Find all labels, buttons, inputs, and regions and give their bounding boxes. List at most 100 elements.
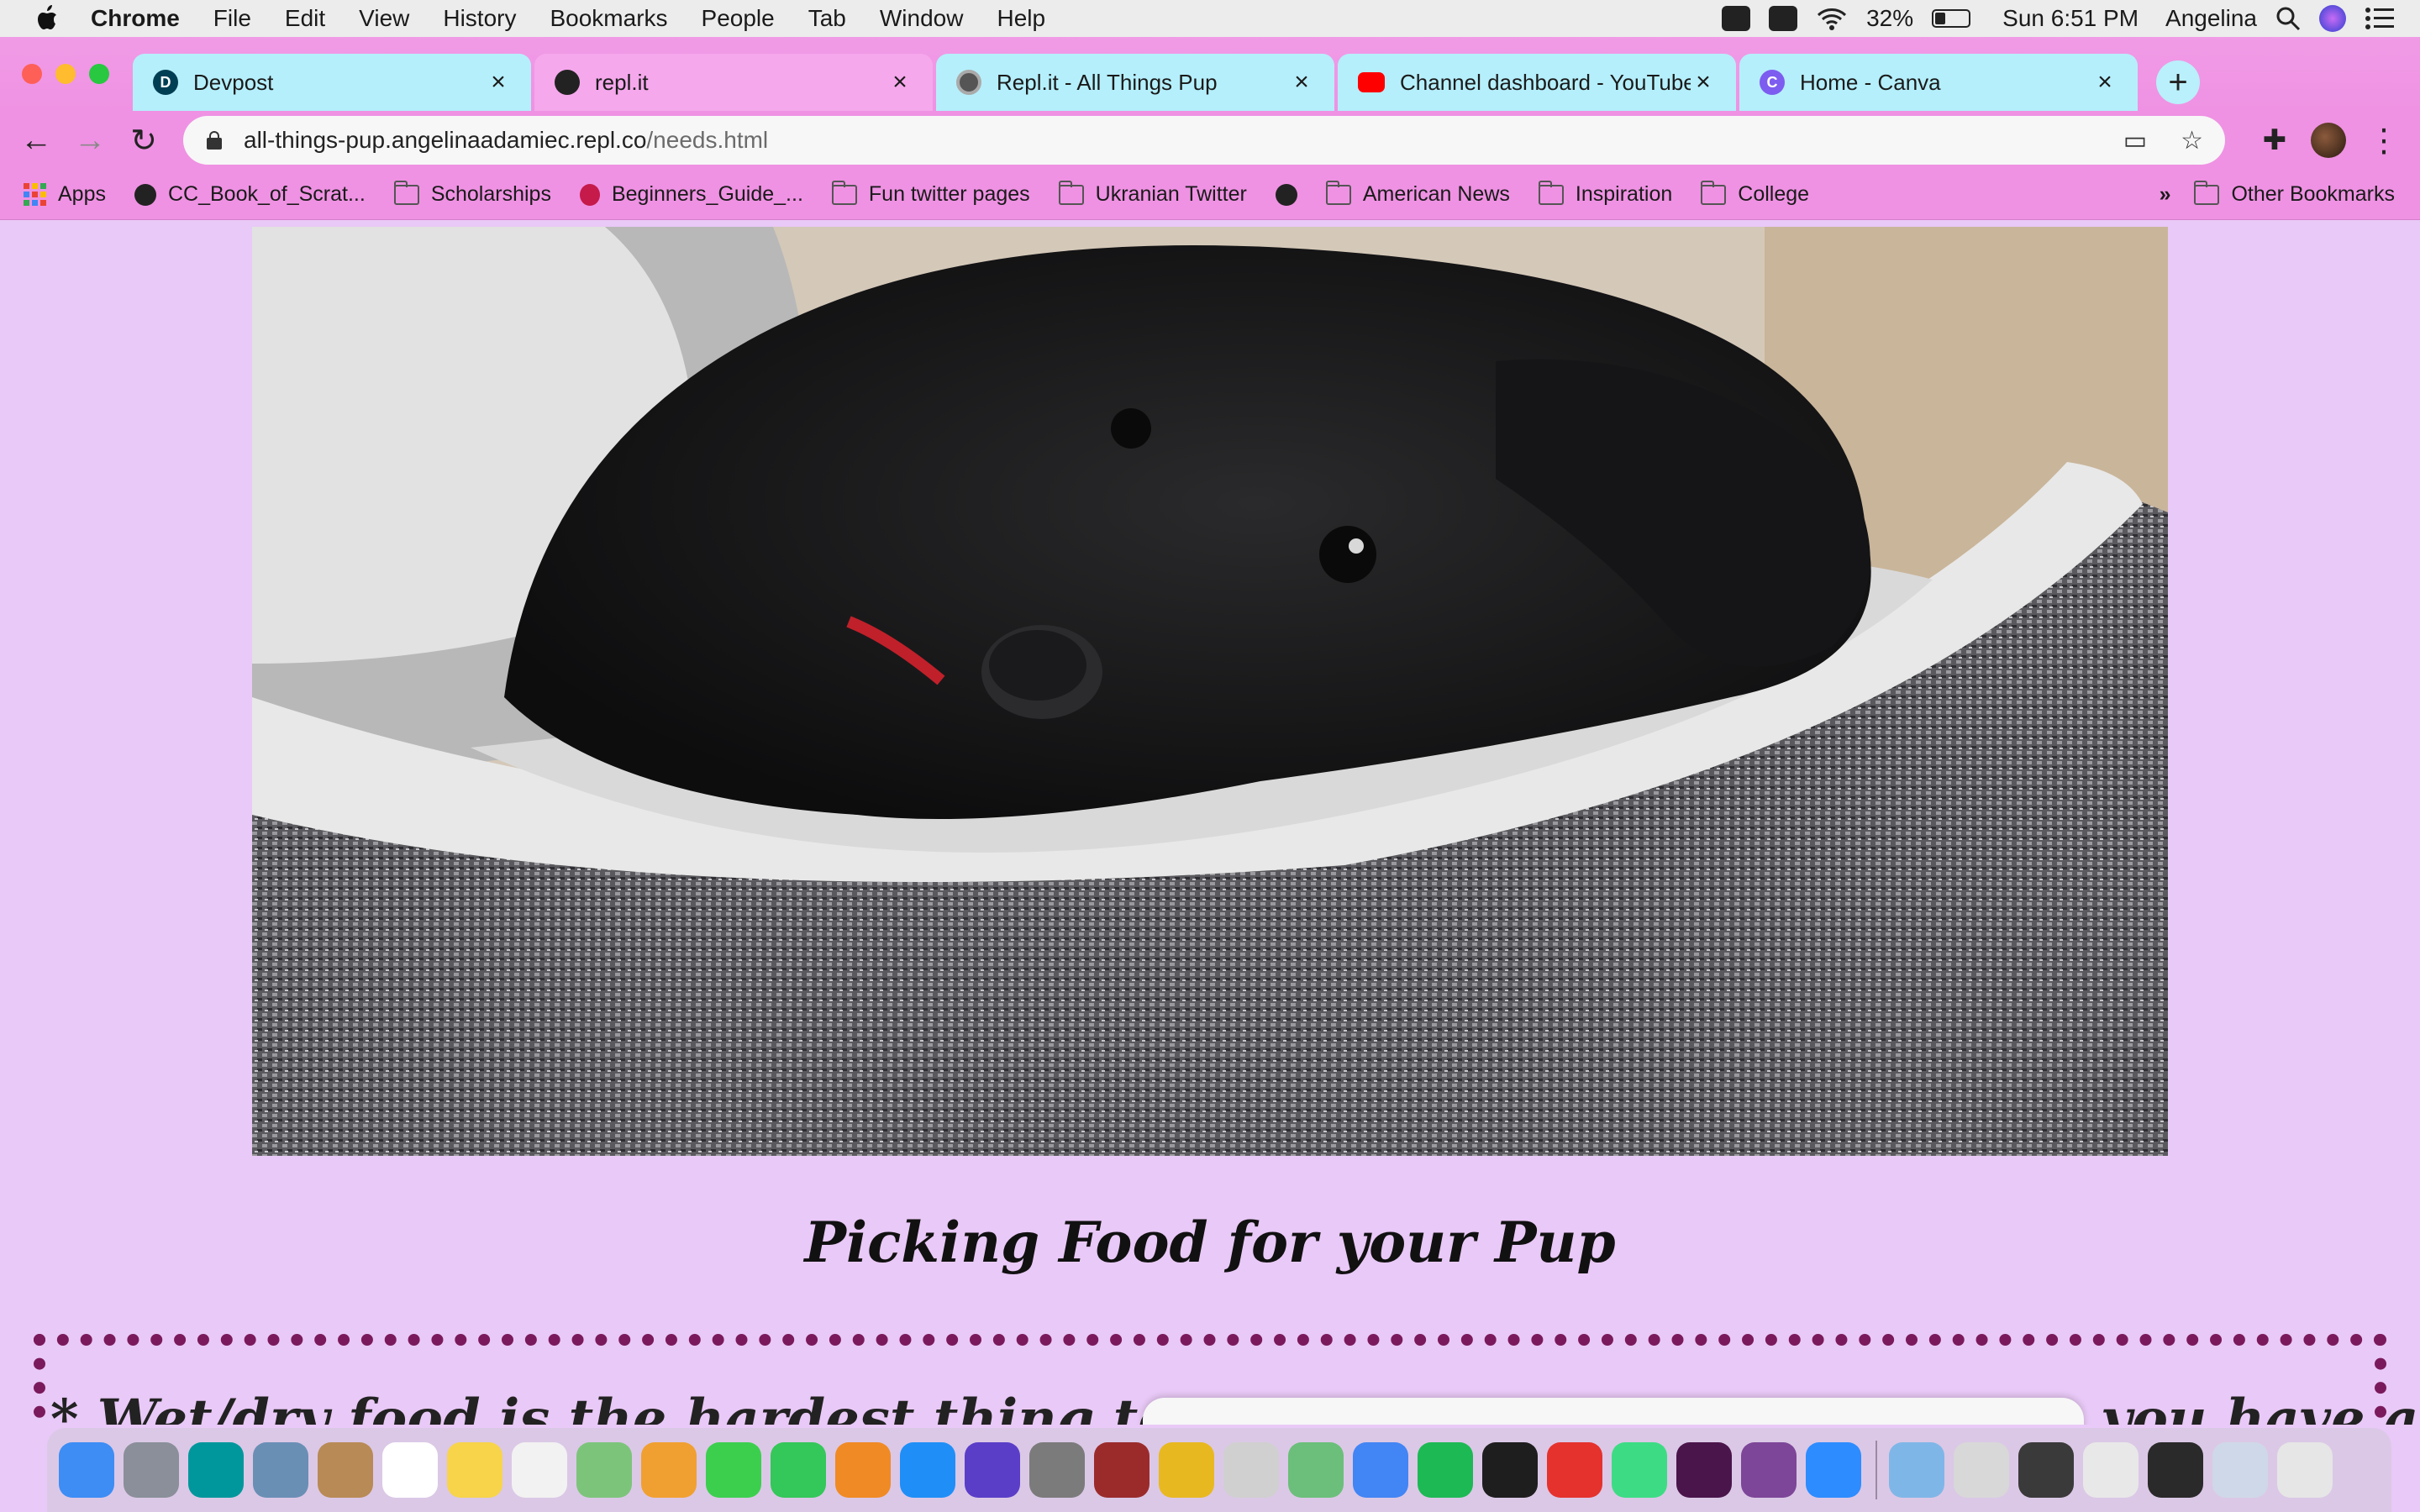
bookmark-fun-twitter[interactable]: Fun twitter pages bbox=[831, 180, 1030, 207]
forward-button[interactable]: → bbox=[71, 121, 109, 160]
folder-icon bbox=[1701, 180, 1727, 205]
slack-icon[interactable] bbox=[1676, 1442, 1732, 1498]
dictionary-icon[interactable] bbox=[1094, 1442, 1150, 1498]
menu-clock[interactable]: Sun 6:51 PM bbox=[2002, 5, 2139, 32]
menu-user[interactable]: Angelina bbox=[2165, 5, 2257, 32]
bookmark-cc-book[interactable]: CC_Book_of_Scrat... bbox=[134, 182, 366, 207]
folder-icon bbox=[1538, 180, 1564, 205]
menu-window[interactable]: Window bbox=[880, 5, 964, 32]
bookmark-other-bookmarks[interactable]: Other Bookmarks bbox=[2194, 180, 2395, 207]
facetime-icon[interactable] bbox=[771, 1442, 826, 1498]
system-preferences-icon[interactable] bbox=[1029, 1442, 1085, 1498]
bookmark-star-icon[interactable]: ☆ bbox=[2181, 126, 2203, 155]
menu-bookmarks[interactable]: Bookmarks bbox=[550, 5, 667, 32]
tab-canva[interactable]: C Home - Canva × bbox=[1739, 54, 2138, 111]
chrome-menu-icon[interactable]: ⋮ bbox=[2365, 121, 2403, 160]
finder-icon[interactable] bbox=[59, 1442, 114, 1498]
maps-icon[interactable] bbox=[576, 1442, 632, 1498]
menu-bar-status-area: 32% Sun 6:51 PM Angelina bbox=[1722, 0, 2395, 37]
folder-icon bbox=[1058, 180, 1084, 205]
bookmark-college[interactable]: College bbox=[1701, 180, 1809, 207]
close-icon[interactable]: × bbox=[887, 68, 913, 97]
messages-icon[interactable] bbox=[706, 1442, 761, 1498]
trash-icon[interactable] bbox=[2277, 1442, 2333, 1498]
menu-file[interactable]: File bbox=[213, 5, 251, 32]
menu-help[interactable]: Help bbox=[997, 5, 1045, 32]
screenshot-5-icon[interactable] bbox=[2212, 1442, 2268, 1498]
zoom-window-button[interactable] bbox=[89, 64, 109, 84]
close-icon[interactable]: × bbox=[2092, 68, 2118, 97]
preview-icon[interactable] bbox=[253, 1442, 308, 1498]
extensions-icon[interactable]: ✚ bbox=[2255, 121, 2294, 160]
reminders-icon[interactable] bbox=[512, 1442, 567, 1498]
screenshot-2-icon[interactable] bbox=[2018, 1442, 2074, 1498]
menu-tab[interactable]: Tab bbox=[808, 5, 846, 32]
close-icon[interactable]: × bbox=[1691, 68, 1716, 97]
new-tab-button[interactable]: + bbox=[2156, 60, 2200, 104]
bookmark-beginners-guide[interactable]: Beginners_Guide_... bbox=[579, 182, 803, 207]
folder-icon bbox=[2194, 180, 2220, 205]
tab-replit[interactable]: repl.it × bbox=[534, 54, 933, 111]
atom-icon[interactable] bbox=[1288, 1442, 1344, 1498]
bottom-popup-panel[interactable] bbox=[1143, 1398, 2084, 1425]
calendar-icon[interactable] bbox=[382, 1442, 438, 1498]
bookmark-ukranian-twitter[interactable]: Ukranian Twitter bbox=[1058, 180, 1247, 207]
bookmark-apps[interactable]: Apps bbox=[24, 182, 106, 207]
launchpad-icon[interactable] bbox=[124, 1442, 179, 1498]
cast-icon[interactable]: ▭ bbox=[2123, 126, 2147, 155]
terminal-icon[interactable] bbox=[1482, 1442, 1538, 1498]
books-icon[interactable] bbox=[835, 1442, 891, 1498]
lock-icon[interactable] bbox=[207, 131, 222, 150]
android-studio-icon[interactable] bbox=[1612, 1442, 1667, 1498]
screenshot-1-icon[interactable] bbox=[1954, 1442, 2009, 1498]
chrome-icon[interactable] bbox=[1353, 1442, 1408, 1498]
tor-icon[interactable] bbox=[1741, 1442, 1797, 1498]
profile-avatar[interactable] bbox=[2311, 123, 2346, 158]
brave-icon[interactable] bbox=[1547, 1442, 1602, 1498]
camera-status-icon[interactable] bbox=[1722, 6, 1751, 31]
screenshot-3-icon[interactable] bbox=[2083, 1442, 2139, 1498]
bookmark-scholarships[interactable]: Scholarships bbox=[393, 180, 551, 207]
menu-app-name[interactable]: Chrome bbox=[91, 5, 180, 32]
siri-icon[interactable] bbox=[2319, 5, 2346, 32]
menu-people[interactable]: People bbox=[702, 5, 775, 32]
screenshot-4-icon[interactable] bbox=[2148, 1442, 2203, 1498]
spotify-icon[interactable] bbox=[1418, 1442, 1473, 1498]
apple-icon[interactable] bbox=[34, 4, 59, 33]
back-button[interactable]: ← bbox=[17, 121, 55, 160]
tab-label: Repl.it - All Things Pup bbox=[997, 69, 1218, 95]
tab-devpost[interactable]: D Devpost × bbox=[133, 54, 531, 111]
spotlight-search-icon[interactable] bbox=[2275, 6, 2301, 31]
brave-status-icon[interactable] bbox=[1769, 6, 1798, 31]
wifi-icon[interactable] bbox=[1816, 6, 1848, 31]
downloads-folder-icon[interactable] bbox=[1889, 1442, 1944, 1498]
bookmark-american-news[interactable]: American News bbox=[1325, 180, 1510, 207]
tab-label: Devpost bbox=[193, 69, 274, 95]
battery-icon[interactable] bbox=[1932, 9, 1971, 28]
bookmark-inspiration[interactable]: Inspiration bbox=[1538, 180, 1672, 207]
reload-button[interactable]: ↻ bbox=[124, 121, 163, 160]
close-icon[interactable]: × bbox=[486, 68, 511, 97]
arduino-icon[interactable] bbox=[188, 1442, 244, 1498]
menu-view[interactable]: View bbox=[359, 5, 409, 32]
close-window-button[interactable] bbox=[22, 64, 42, 84]
help-icon[interactable] bbox=[1223, 1442, 1279, 1498]
raspberry-icon bbox=[579, 183, 600, 206]
menu-history[interactable]: History bbox=[443, 5, 516, 32]
chrome-canary-icon[interactable] bbox=[1159, 1442, 1214, 1498]
bookmark-globe[interactable] bbox=[1275, 183, 1297, 206]
notification-center-icon[interactable] bbox=[2365, 6, 2395, 31]
menu-edit[interactable]: Edit bbox=[285, 5, 325, 32]
contacts-icon[interactable] bbox=[318, 1442, 373, 1498]
bookmarks-overflow-button[interactable]: » bbox=[2160, 182, 2171, 207]
minimize-window-button[interactable] bbox=[55, 64, 76, 84]
photos-icon[interactable] bbox=[641, 1442, 697, 1498]
tab-youtube-dashboard[interactable]: Channel dashboard - YouTube × bbox=[1338, 54, 1736, 111]
siri-icon[interactable] bbox=[965, 1442, 1020, 1498]
app-store-icon[interactable] bbox=[900, 1442, 955, 1498]
address-bar[interactable]: all-things-pup.angelinaadamiec.repl.co/n… bbox=[183, 116, 2225, 165]
tab-replit-all-things-pup[interactable]: Repl.it - All Things Pup × bbox=[936, 54, 1334, 111]
zoom-icon[interactable] bbox=[1806, 1442, 1861, 1498]
notes-icon[interactable] bbox=[447, 1442, 502, 1498]
close-icon[interactable]: × bbox=[1289, 68, 1314, 97]
